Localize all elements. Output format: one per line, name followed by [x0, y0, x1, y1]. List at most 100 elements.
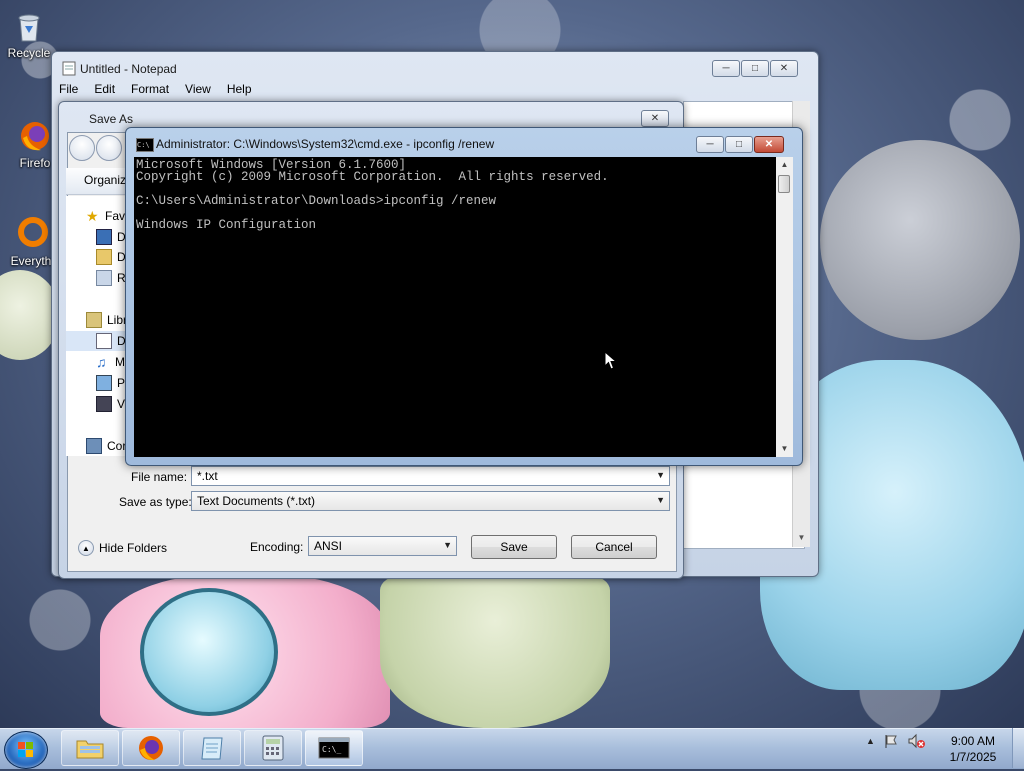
- menu-help[interactable]: Help: [225, 80, 254, 99]
- action-center-flag-icon[interactable]: [883, 733, 899, 749]
- console-line: Windows IP Configuration: [136, 218, 317, 232]
- nav-libraries[interactable]: Libr: [86, 310, 127, 330]
- close-icon: ✕: [779, 63, 789, 74]
- taskbar-clock[interactable]: 9:00 AM 1/7/2025: [940, 733, 1006, 765]
- nav-music[interactable]: ♫ M: [96, 352, 125, 372]
- forward-button[interactable]: [96, 135, 122, 161]
- close-icon: ✕: [650, 113, 660, 124]
- chevron-down-icon[interactable]: ▼: [656, 495, 665, 505]
- desktop-icon: [96, 229, 112, 245]
- nav-documents[interactable]: D: [66, 331, 130, 351]
- libraries-icon: [86, 312, 102, 328]
- file-name-label: File name:: [131, 470, 188, 484]
- navigation-pane[interactable]: ★ Fav D D R Libr D ♫ M P V Cor: [66, 196, 131, 456]
- encoding-label: Encoding:: [250, 540, 304, 554]
- save-as-title: Save As: [89, 112, 134, 126]
- calculator-icon: [262, 735, 284, 761]
- windows-logo-icon: [18, 742, 33, 757]
- notepad-close-button[interactable]: ✕: [770, 60, 798, 77]
- star-icon: ★: [86, 208, 99, 224]
- cmd-minimize-button[interactable]: ─: [696, 136, 724, 153]
- pictures-icon: [96, 375, 112, 391]
- command-prompt-window[interactable]: C:\ Administrator: C:\Windows\System32\c…: [125, 127, 803, 466]
- chevron-down-icon[interactable]: ▼: [656, 470, 665, 480]
- cmd-icon: C:\: [136, 138, 154, 152]
- encoding-select[interactable]: ANSI ▼: [308, 536, 457, 556]
- nav-favorites[interactable]: ★ Fav: [86, 206, 125, 226]
- command-prompt-icon: C:\_: [318, 737, 350, 759]
- notepad-minimize-button[interactable]: ─: [712, 60, 740, 77]
- menu-file[interactable]: File: [57, 80, 80, 99]
- desktop-icon-label: Everyth: [10, 254, 52, 268]
- maximize-icon: □: [751, 63, 759, 74]
- scroll-down-arrow-icon[interactable]: ▼: [776, 441, 793, 457]
- system-tray: ▲: [866, 733, 925, 749]
- desktop-icon-label: Recycle: [7, 46, 51, 60]
- close-icon: ✕: [764, 139, 774, 150]
- nav-computer[interactable]: Cor: [86, 436, 126, 456]
- cancel-button[interactable]: Cancel: [571, 535, 657, 559]
- start-button[interactable]: [4, 731, 48, 769]
- taskbar-windows-explorer[interactable]: [61, 730, 119, 766]
- save-as-type-label: Save as type:: [119, 495, 192, 509]
- taskbar-firefox[interactable]: [122, 730, 180, 766]
- maximize-icon: □: [735, 139, 743, 150]
- back-button[interactable]: [69, 135, 95, 161]
- menu-edit[interactable]: Edit: [92, 80, 117, 99]
- scroll-up-arrow-icon[interactable]: ▲: [776, 157, 793, 173]
- notepad-maximize-button[interactable]: □: [741, 60, 769, 77]
- cmd-maximize-button[interactable]: □: [725, 136, 753, 153]
- show-hidden-icons-icon[interactable]: ▲: [866, 736, 875, 746]
- taskbar-notepad[interactable]: [183, 730, 241, 766]
- taskbar-calculator[interactable]: [244, 730, 302, 766]
- console-vertical-scrollbar[interactable]: ▲ ▼: [776, 157, 793, 457]
- clock-time: 9:00 AM: [950, 734, 996, 748]
- notepad-icon: [62, 61, 76, 76]
- show-desktop-button[interactable]: [1012, 728, 1024, 768]
- desktop-icon-label: Firefo: [19, 156, 51, 170]
- clock-date: 1/7/2025: [949, 750, 997, 764]
- hide-folders-button[interactable]: ▲ Hide Folders: [78, 540, 167, 556]
- chevron-down-icon[interactable]: ▼: [443, 540, 452, 550]
- folder-icon: [76, 740, 104, 759]
- volume-muted-icon[interactable]: [907, 733, 925, 749]
- minimize-icon: ─: [722, 63, 730, 74]
- mouse-pointer-icon: [604, 351, 618, 370]
- nav-recent-places[interactable]: R: [96, 268, 126, 288]
- save-button[interactable]: Save: [471, 535, 557, 559]
- everything-search-icon: [18, 217, 48, 247]
- nav-downloads[interactable]: D: [96, 247, 126, 267]
- console-line: Copyright (c) 2009 Microsoft Corporation…: [136, 170, 609, 184]
- minimize-icon: ─: [706, 139, 714, 150]
- wallpaper-pink-creature-face: [140, 588, 278, 716]
- menu-format[interactable]: Format: [129, 80, 171, 99]
- nav-videos[interactable]: V: [96, 394, 125, 414]
- save-as-close-button[interactable]: ✕: [641, 110, 669, 127]
- scroll-down-arrow-icon[interactable]: ▼: [793, 533, 810, 547]
- computer-icon: [86, 438, 102, 454]
- taskbar-command-prompt[interactable]: C:\_: [305, 730, 363, 766]
- nav-desktop[interactable]: D: [96, 227, 126, 247]
- menu-view[interactable]: View: [183, 80, 213, 99]
- notepad-icon: [201, 737, 223, 760]
- cmd-title: Administrator: C:\Windows\System32\cmd.e…: [156, 137, 495, 151]
- videos-icon: [96, 396, 112, 412]
- console-output[interactable]: Microsoft Windows [Version 6.1.7600] Cop…: [134, 157, 776, 457]
- file-name-input[interactable]: *.txt ▼: [191, 466, 670, 486]
- scroll-thumb[interactable]: [778, 175, 790, 193]
- notepad-title: Untitled - Notepad: [80, 62, 177, 76]
- svg-text:C:\_: C:\_: [322, 745, 341, 754]
- chevron-up-icon: ▲: [78, 540, 94, 556]
- firefox-icon: [139, 736, 163, 761]
- recent-places-icon: [96, 270, 112, 286]
- nav-pictures[interactable]: P: [96, 373, 125, 393]
- console-line: C:\Users\Administrator\Downloads>ipconfi…: [136, 194, 497, 208]
- save-as-type-select[interactable]: Text Documents (*.txt) ▼: [191, 491, 670, 511]
- cmd-close-button[interactable]: ✕: [754, 136, 784, 153]
- organize-button[interactable]: Organiz: [84, 173, 126, 187]
- downloads-icon: [96, 249, 112, 265]
- documents-icon: [96, 333, 112, 349]
- notepad-menubar: File Edit Format View Help: [57, 80, 254, 99]
- music-icon: ♫: [96, 354, 107, 370]
- recycle-bin-icon: [18, 14, 40, 42]
